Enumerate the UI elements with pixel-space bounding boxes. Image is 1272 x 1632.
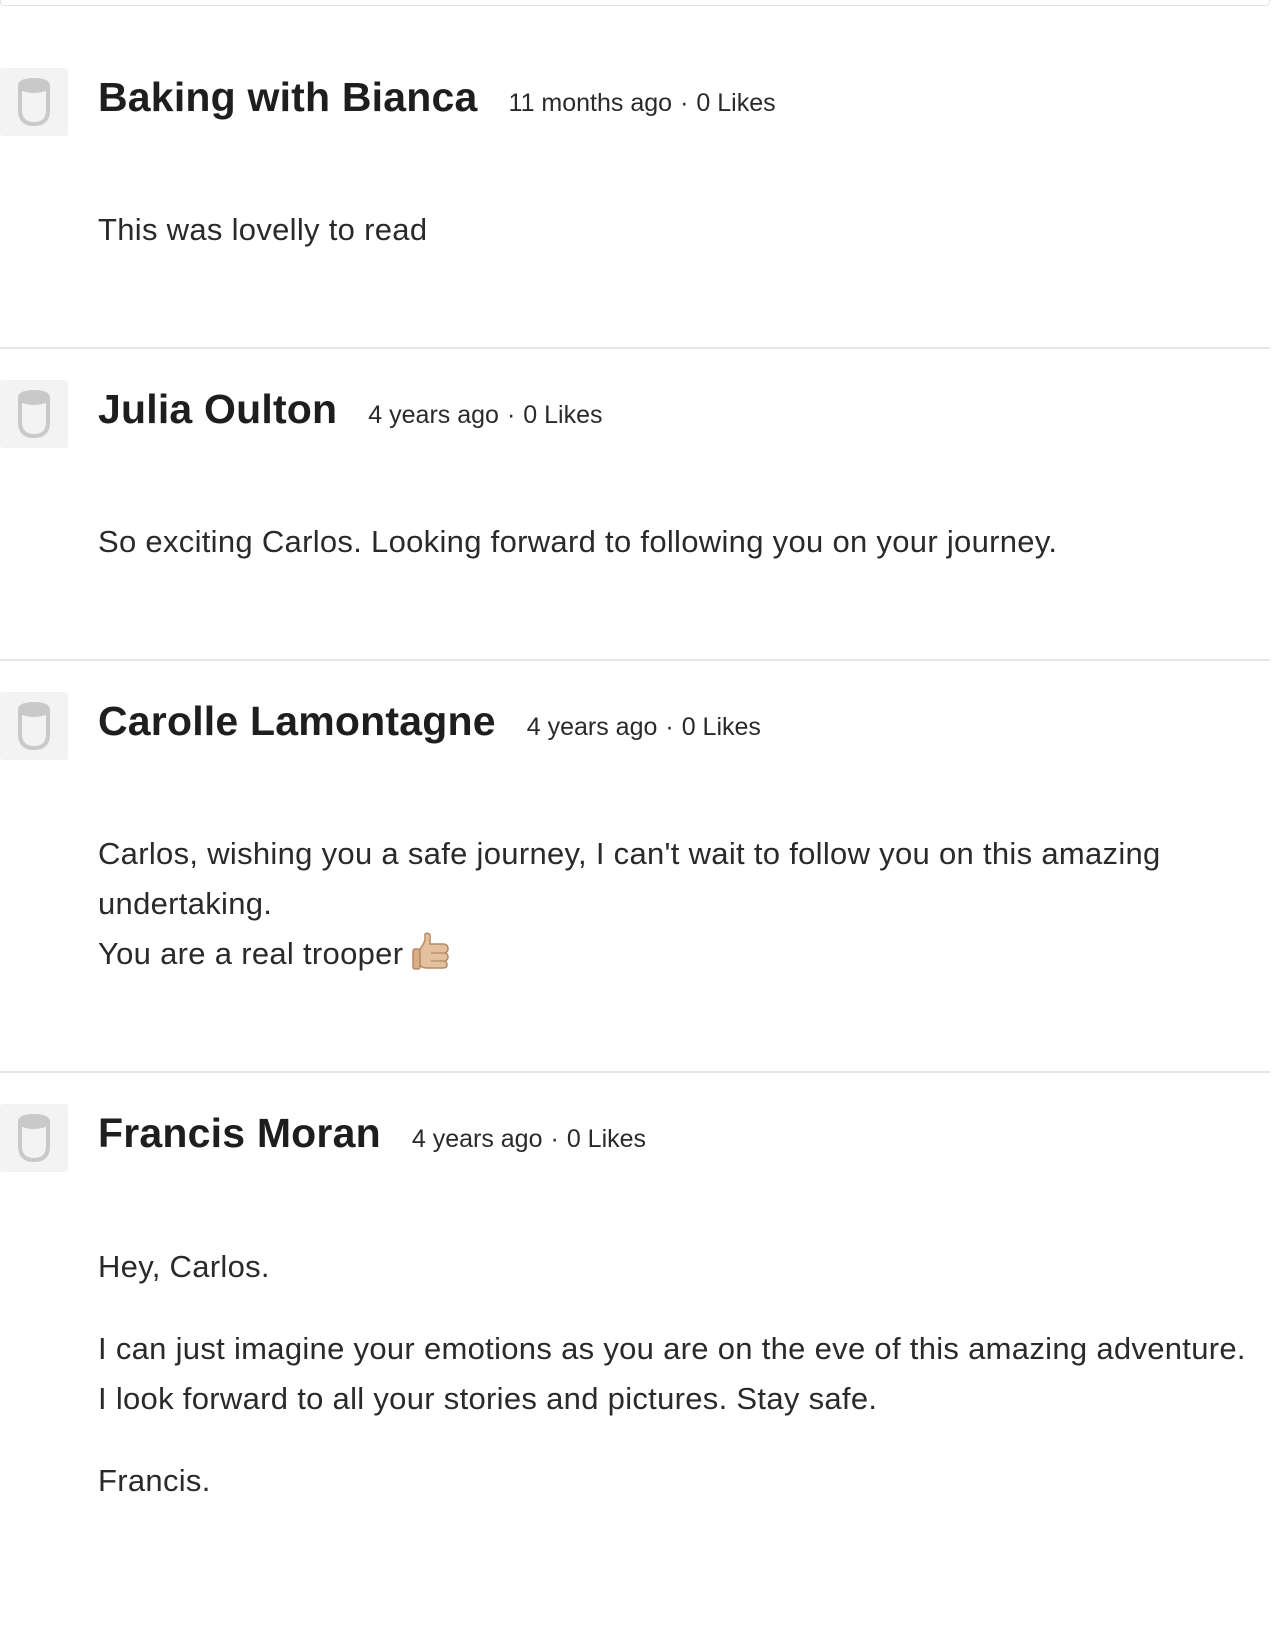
comment-line-with-emoji: You are a real trooper (98, 929, 1258, 987)
comment-item: Baking with Bianca 11 months ago · 0 Likes… (0, 0, 1270, 350)
default-avatar-icon (18, 389, 50, 439)
comment-author[interactable]: Baking with Bianca (98, 74, 478, 121)
comment-divider (0, 1071, 1270, 1073)
meta-separator: · (506, 401, 516, 429)
comment-paragraph: This was lovelly to read (98, 212, 428, 247)
comment-meta: 4 years ago · 0 Likes (527, 713, 761, 742)
comment-author[interactable]: Carolle Lamontagne (98, 698, 496, 745)
comment-likes[interactable]: 0 Likes (682, 713, 761, 741)
comment-time: 11 months ago (508, 89, 673, 117)
meta-separator: · (665, 713, 674, 741)
comment-likes[interactable]: 0 Likes (523, 401, 602, 429)
comment-likes[interactable]: 0 Likes (696, 89, 775, 117)
comment-body: Carlos, wishing you a safe journey, I ca… (98, 829, 1258, 987)
comment-item: Carolle Lamontagne 4 years ago · 0 Likes C… (0, 662, 1270, 1072)
comment-meta: 4 years ago · 0 Likes (412, 1125, 646, 1154)
default-avatar-icon (18, 701, 50, 751)
comment-item: Francis Moran 4 years ago · 0 Likes Hey, C… (0, 1074, 1270, 1632)
thumbs-up-icon (411, 930, 451, 987)
comment-author[interactable]: Julia Oulton (98, 386, 337, 433)
default-avatar-icon (18, 1113, 50, 1163)
comment-paragraph: Francis. (98, 1463, 211, 1498)
comment-line: You are a real trooper (98, 936, 404, 971)
comment-paragraph: Hey, Carlos. (98, 1249, 270, 1284)
comment-item: Julia Oulton 4 years ago · 0 Likes So exci… (0, 350, 1270, 660)
default-avatar-icon (18, 77, 50, 127)
comment-paragraph: I can just imagine your emotions as you … (98, 1331, 1246, 1416)
comment-body: This was lovelly to read (98, 205, 1258, 287)
comment-divider (0, 347, 1270, 349)
meta-separator: · (680, 89, 689, 117)
comment-paragraph: So exciting Carlos. Looking forward to f… (98, 524, 1058, 559)
comment-meta: 4 years ago · 0 Likes (368, 401, 602, 430)
avatar[interactable] (0, 1104, 68, 1172)
comment-body: So exciting Carlos. Looking forward to f… (98, 517, 1258, 599)
avatar[interactable] (0, 692, 68, 760)
comment-author[interactable]: Francis Moran (98, 1110, 381, 1157)
comment-time: 4 years ago (411, 1125, 543, 1153)
comment-line: Carlos, wishing you a safe journey, I ca… (98, 836, 1161, 921)
comment-time: 4 years ago (368, 401, 499, 429)
comment-time: 4 years ago (526, 713, 658, 741)
avatar[interactable] (0, 380, 68, 448)
comment-divider (0, 659, 1270, 661)
comment-meta: 11 months ago · 0 Likes (509, 89, 776, 118)
comment-body: Hey, Carlos. I can just imagine your emo… (98, 1242, 1258, 1538)
comment-likes[interactable]: 0 Likes (567, 1125, 646, 1153)
avatar[interactable] (0, 68, 68, 136)
meta-separator: · (550, 1125, 559, 1153)
